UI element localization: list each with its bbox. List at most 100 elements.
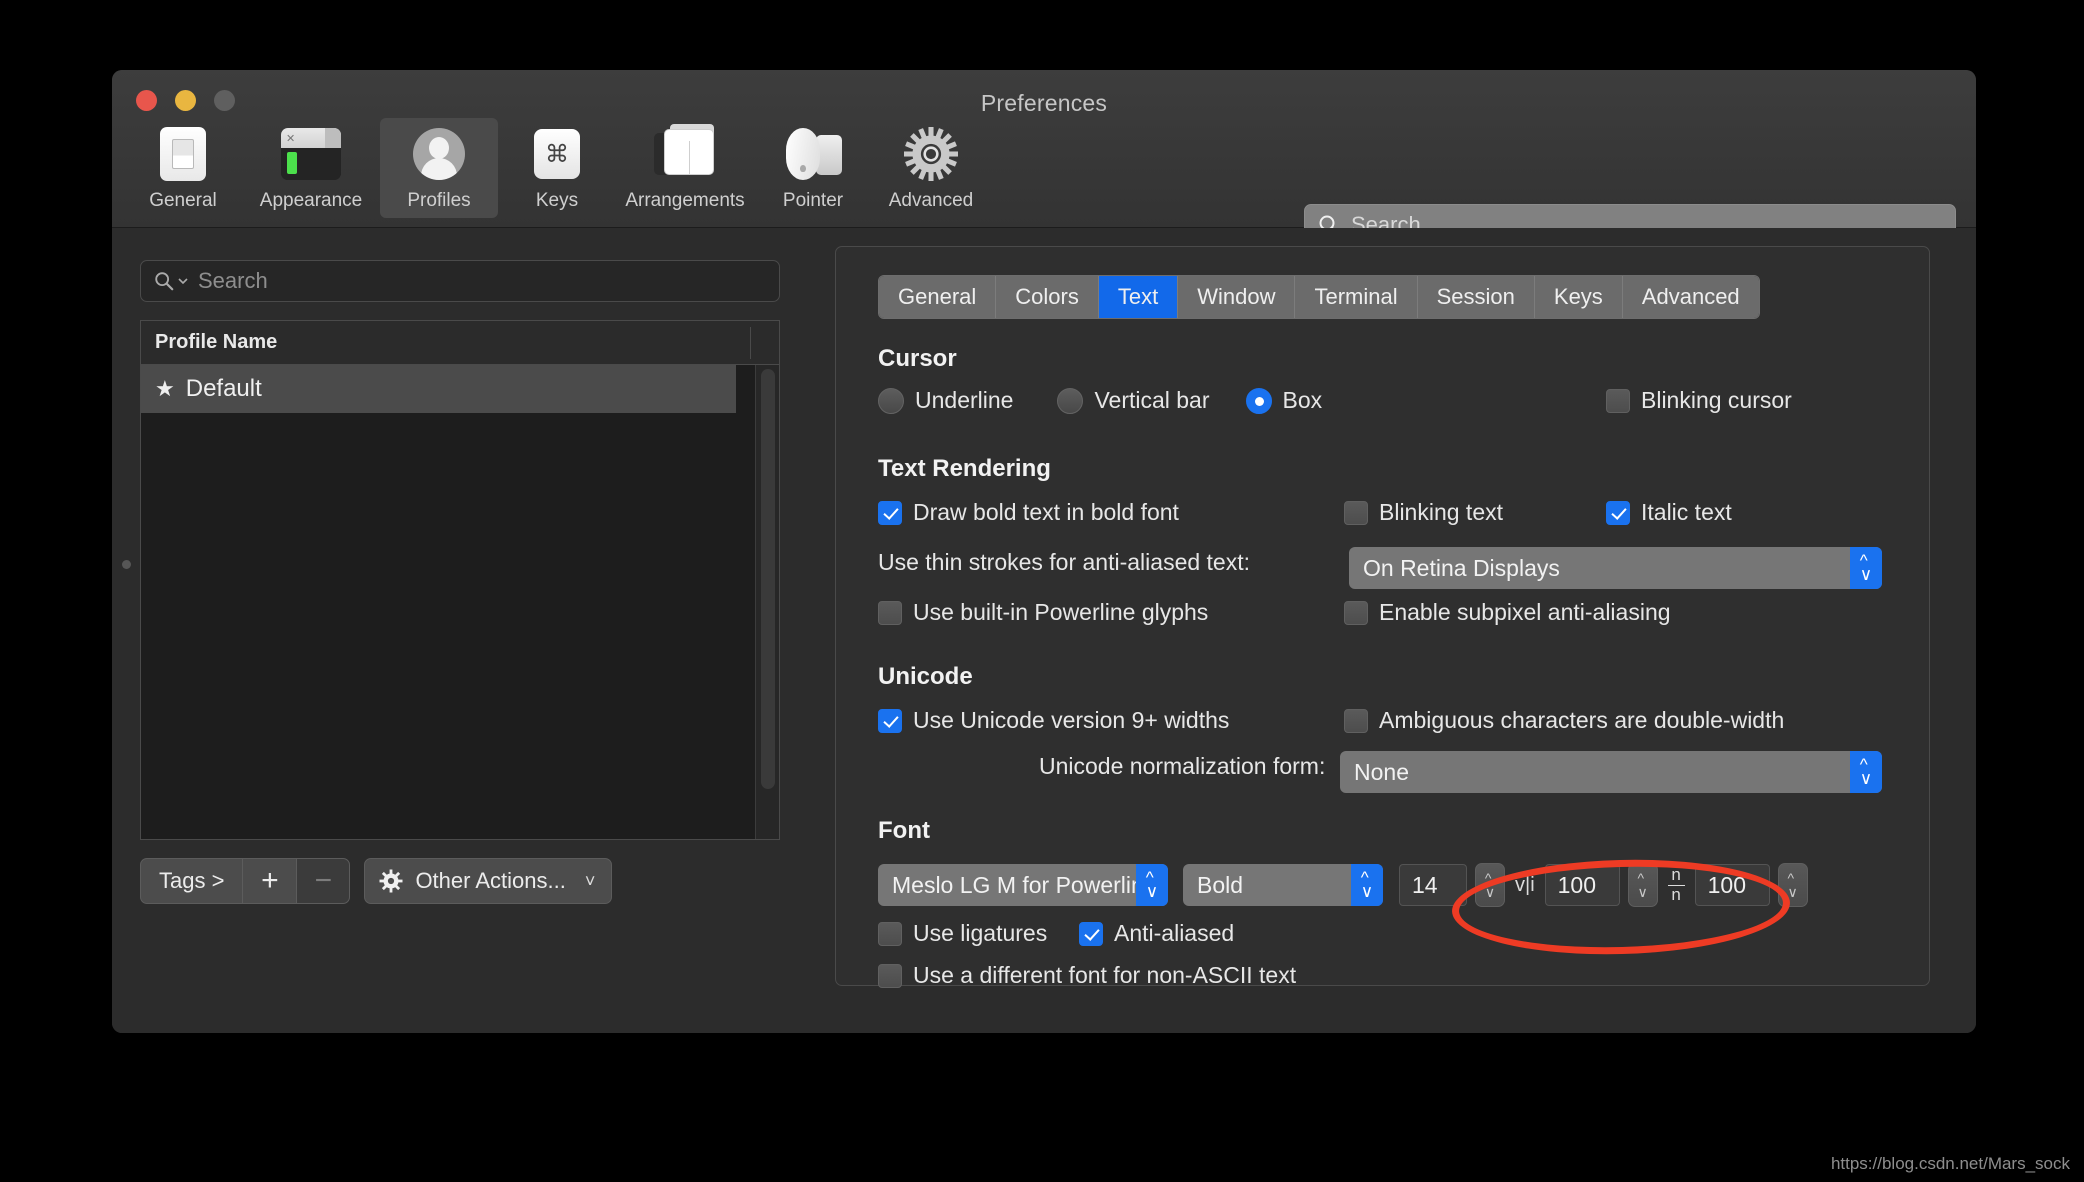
checkbox-subpixel-aa-indicator[interactable] <box>1344 600 1368 625</box>
split-pane-handle[interactable] <box>122 560 131 569</box>
window-title: Preferences <box>980 90 1108 116</box>
tab-advanced[interactable]: Advanced <box>1622 276 1759 318</box>
font-family-popup[interactable]: Meslo LG M for Powerline ^ ∨ <box>878 864 1168 906</box>
remove-profile-button[interactable]: − <box>296 858 351 904</box>
checkbox-blinking-cursor-indicator[interactable] <box>1606 388 1630 413</box>
checkbox-draw-bold[interactable]: Draw bold text in bold font <box>878 499 1179 526</box>
tab-general[interactable]: General <box>879 276 997 318</box>
cursor-section-title: Cursor <box>878 345 957 372</box>
checkbox-unicode9-widths[interactable]: Use Unicode version 9+ widths <box>878 707 1229 734</box>
toolbar-item-label: Appearance <box>259 190 363 211</box>
unicode-normalization-label: Unicode normalization form: <box>1039 753 1326 779</box>
checkbox-non-ascii-font-indicator[interactable] <box>878 963 902 988</box>
tab-session[interactable]: Session <box>1417 276 1535 318</box>
checkbox-powerline-glyphs-indicator[interactable] <box>878 600 902 625</box>
toolbar-item-label: Profiles <box>407 190 471 211</box>
toolbar-item-general[interactable]: General <box>124 118 242 218</box>
popup-stepper-icon[interactable]: ^ ∨ <box>1850 547 1882 589</box>
checkbox-blinking-cursor-label: Blinking cursor <box>1641 387 1792 413</box>
tab-terminal[interactable]: Terminal <box>1295 276 1418 318</box>
tab-colors[interactable]: Colors <box>996 276 1099 318</box>
checkbox-anti-aliased-indicator[interactable] <box>1079 921 1103 946</box>
toolbar-item-label: Arrangements <box>625 190 745 211</box>
checkbox-italic-text-indicator[interactable] <box>1606 500 1630 525</box>
toolbar-item-label: General <box>149 190 217 211</box>
keys-icon: ⌘ <box>534 126 580 182</box>
font-family-value: Meslo LG M for Powerline <box>892 871 1157 898</box>
radio-underline-label: Underline <box>915 387 1014 413</box>
preferences-body: Search Profile Name ★ Default Tags > + −… <box>112 228 1976 1033</box>
text-rendering-section-title: Text Rendering <box>878 455 1051 482</box>
vertical-spacing-stepper[interactable]: ^ ∨ <box>1777 863 1808 907</box>
thin-strokes-value: On Retina Displays <box>1363 554 1560 581</box>
settings-tab-bar: General Colors Text Window Terminal Sess… <box>878 275 1760 319</box>
tab-keys[interactable]: Keys <box>1534 276 1623 318</box>
toolbar-item-keys[interactable]: ⌘ Keys <box>498 118 616 218</box>
unicode-normalization-row: Unicode normalization form: <box>1039 753 1325 780</box>
unicode-normalization-popup[interactable]: None ^ ∨ <box>1340 751 1882 793</box>
profile-search-input[interactable]: Search <box>140 260 780 302</box>
checkbox-ambiguous-double-width[interactable]: Ambiguous characters are double-width <box>1344 707 1784 734</box>
checkbox-blinking-cursor[interactable]: Blinking cursor <box>1606 387 1792 414</box>
checkbox-italic-text[interactable]: Italic text <box>1606 499 1732 526</box>
font-weight-popup[interactable]: Bold ^ ∨ <box>1183 864 1383 906</box>
popup-stepper-icon[interactable]: ^ ∨ <box>1351 864 1383 906</box>
checkbox-anti-aliased[interactable]: Anti-aliased <box>1079 920 1234 947</box>
checkbox-blinking-text[interactable]: Blinking text <box>1344 499 1503 526</box>
radio-box[interactable]: Box <box>1245 387 1322 414</box>
horizontal-spacing-stepper[interactable]: ^ ∨ <box>1627 863 1658 907</box>
thin-strokes-popup[interactable]: On Retina Displays ^ ∨ <box>1349 547 1882 589</box>
toolbar-item-label: Pointer <box>782 190 844 211</box>
checkbox-draw-bold-indicator[interactable] <box>878 500 902 525</box>
profiles-table-body: ★ Default <box>141 365 779 839</box>
unicode-section: Unicode <box>878 663 973 691</box>
scrollbar-thumb[interactable] <box>760 369 775 789</box>
other-actions-label: Other Actions... <box>415 868 566 893</box>
tab-text[interactable]: Text <box>1098 276 1179 318</box>
horizontal-spacing-input[interactable]: 100 <box>1544 864 1620 906</box>
checkbox-powerline-glyphs-label: Use built-in Powerline glyphs <box>913 599 1209 625</box>
checkbox-use-ligatures-indicator[interactable] <box>878 921 902 946</box>
toolbar-item-label: Advanced <box>888 190 974 211</box>
toolbar-item-appearance[interactable]: ✕ Appearance <box>242 118 380 218</box>
checkbox-blinking-text-indicator[interactable] <box>1344 500 1368 525</box>
vertical-spacing-input[interactable]: 100 <box>1694 864 1770 906</box>
profile-settings-pane: General Colors Text Window Terminal Sess… <box>835 246 1930 989</box>
table-row[interactable]: ★ Default <box>141 365 736 413</box>
other-actions-button[interactable]: Other Actions... ˅ <box>364 858 613 904</box>
toolbar-item-profiles[interactable]: Profiles <box>380 118 498 218</box>
font-section-title: Font <box>878 817 930 844</box>
toolbar-item-pointer[interactable]: Pointer <box>754 118 872 218</box>
popup-stepper-icon[interactable]: ^ ∨ <box>1850 751 1882 793</box>
font-weight-value: Bold <box>1197 871 1244 898</box>
checkbox-powerline-glyphs[interactable]: Use built-in Powerline glyphs <box>878 599 1208 626</box>
checkbox-subpixel-aa[interactable]: Enable subpixel anti-aliasing <box>1344 599 1671 626</box>
checkbox-unicode9-widths-indicator[interactable] <box>878 708 902 733</box>
add-profile-button[interactable]: + <box>242 858 297 904</box>
column-header-profile-name[interactable]: Profile Name <box>141 331 779 354</box>
checkbox-non-ascii-font[interactable]: Use a different font for non-ASCII text <box>878 962 1296 989</box>
font-size-input[interactable]: 14 <box>1399 864 1467 906</box>
radio-underline[interactable]: Underline <box>878 387 1013 414</box>
popup-stepper-icon[interactable]: ^ ∨ <box>1136 864 1168 906</box>
radio-underline-indicator[interactable] <box>878 387 904 414</box>
radio-vertical-bar-label: Vertical bar <box>1094 387 1210 413</box>
thin-strokes-label: Use thin strokes for anti-aliased text: <box>878 549 1250 575</box>
toolbar-item-advanced[interactable]: Advanced <box>872 118 990 218</box>
checkbox-non-ascii-font-label: Use a different font for non-ASCII text <box>913 962 1297 988</box>
profiles-scrollbar[interactable] <box>755 365 779 839</box>
horizontal-spacing-icon: v|i <box>1515 873 1535 896</box>
toolbar-item-arrangements[interactable]: Arrangements <box>616 118 754 218</box>
checkbox-anti-aliased-label: Anti-aliased <box>1114 920 1235 946</box>
tags-button[interactable]: Tags > <box>140 858 243 904</box>
checkbox-use-ligatures[interactable]: Use ligatures <box>878 920 1047 947</box>
checkbox-ambiguous-double-width-indicator[interactable] <box>1344 708 1368 733</box>
chevron-down-icon[interactable] <box>177 275 189 287</box>
checkbox-subpixel-aa-label: Enable subpixel anti-aliasing <box>1379 599 1671 625</box>
radio-vertical-bar-indicator[interactable] <box>1057 387 1084 414</box>
font-section: Font <box>878 817 930 845</box>
font-size-stepper[interactable]: ^ ∨ <box>1475 863 1505 907</box>
radio-box-indicator[interactable] <box>1245 387 1272 414</box>
tab-window[interactable]: Window <box>1178 276 1296 318</box>
radio-vertical-bar[interactable]: Vertical bar <box>1057 387 1210 414</box>
